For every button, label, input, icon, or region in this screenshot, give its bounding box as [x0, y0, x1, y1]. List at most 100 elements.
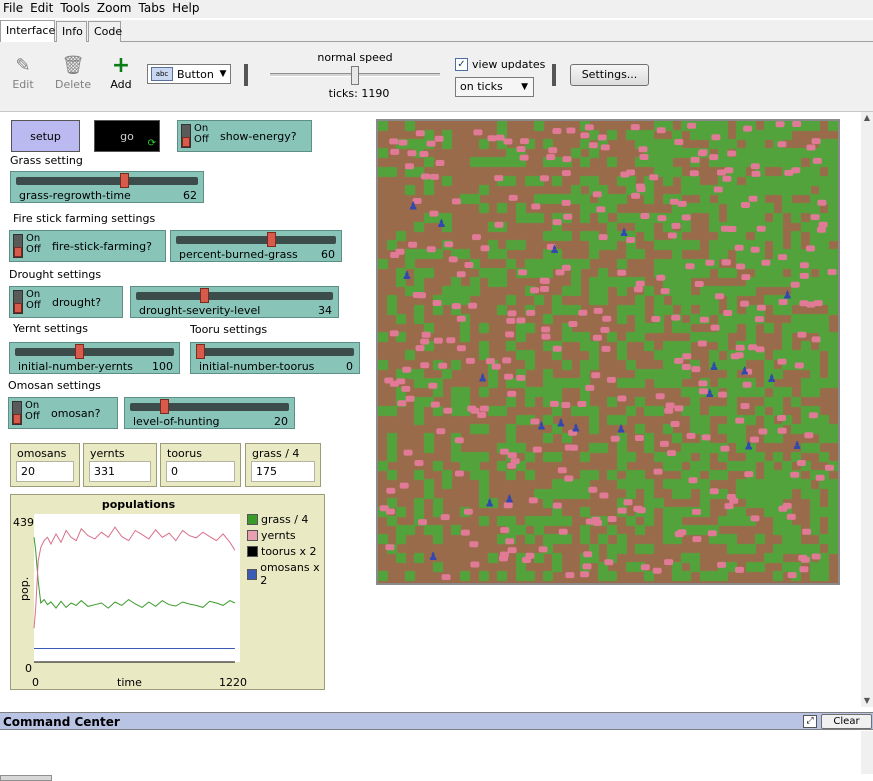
yernts-monitor: yernts 331 — [83, 443, 157, 487]
populations-plot: populations 439 0 pop. 0 1220 time grass… — [10, 494, 325, 690]
slider-track[interactable] — [176, 236, 336, 244]
yernt-agent — [415, 345, 425, 352]
slider-thumb[interactable] — [196, 344, 205, 359]
slider-track[interactable] — [130, 403, 289, 411]
switch-track[interactable] — [12, 401, 22, 425]
yernt-agent — [555, 269, 565, 276]
tab-info[interactable]: Info — [56, 21, 87, 42]
slider-thumb[interactable] — [266, 232, 276, 247]
slider-thumb[interactable] — [160, 399, 169, 414]
tab-code[interactable]: Code — [88, 21, 122, 42]
yernt-agent — [522, 557, 531, 563]
initial-toorus-slider[interactable]: initial-number-toorus 0 — [190, 342, 360, 374]
scroll-down-icon[interactable]: ▼ — [861, 695, 873, 707]
tab-interface[interactable]: Interface — [0, 20, 55, 42]
yernt-agent — [623, 499, 633, 506]
view-updates-checkbox[interactable]: ✓ view updates — [455, 58, 545, 71]
yernt-agent — [677, 200, 687, 207]
yernt-agent — [751, 170, 761, 177]
widget-type-select[interactable]: abc Button ▼ — [147, 64, 231, 84]
omosan-agent: ♟ — [537, 420, 547, 433]
command-output-scrollbar[interactable] — [861, 731, 873, 774]
yernt-agent — [516, 317, 526, 324]
show-energy-switch[interactable]: On Off show-energy? — [177, 120, 312, 152]
toolbar-separator — [552, 64, 556, 86]
yernt-agent — [507, 390, 517, 397]
omosan-agent: ♟ — [740, 364, 750, 377]
slider-track[interactable] — [196, 348, 354, 356]
omosan-agent: ♟ — [767, 372, 777, 385]
yernt-agent — [564, 475, 574, 482]
edit-tool-button[interactable]: ✎ Edit — [10, 54, 36, 91]
checkmark-icon[interactable]: ✓ — [455, 58, 468, 71]
slider-value: 20 — [274, 415, 288, 428]
world-view[interactable]: ♟ ♟ ♟ ♟ ♟ ♟ ♟ ♟ ♟ ♟ ♟ ♟ ♟ ♟ ♟ ♟ ♟ ♟ ♟ ♟ — [376, 119, 840, 585]
omosan-agent: ♟ — [437, 217, 447, 230]
delete-tool-button[interactable]: 🗑 Delete — [55, 54, 91, 91]
menu-help[interactable]: Help — [169, 0, 203, 18]
yernt-agent — [634, 435, 644, 441]
menu-zoom[interactable]: Zoom — [94, 0, 136, 18]
netlogo-window: File Edit Tools Zoom Tabs Help Interface… — [0, 0, 873, 781]
slider-thumb[interactable] — [119, 173, 129, 188]
switch-knob[interactable] — [13, 414, 21, 424]
switch-knob[interactable] — [14, 247, 22, 257]
slider-thumb[interactable] — [199, 288, 209, 303]
drought-severity-slider[interactable]: drought-severity-level 34 — [130, 286, 339, 318]
switch-track[interactable] — [181, 124, 191, 148]
yernt-agent — [470, 561, 480, 568]
yernt-agent — [720, 225, 730, 232]
add-tool-button[interactable]: + Add — [109, 54, 133, 92]
command-input-selector[interactable] — [0, 775, 52, 781]
slider-track[interactable] — [15, 348, 174, 356]
initial-yernts-slider[interactable]: initial-number-yernts 100 — [9, 342, 180, 374]
omosan-switch[interactable]: On Off omosan? — [8, 397, 118, 429]
switch-knob[interactable] — [182, 137, 190, 147]
legend-label: toorus x 2 — [261, 545, 317, 558]
yernt-agent — [538, 546, 548, 553]
yernt-agent — [811, 138, 821, 145]
command-output[interactable] — [0, 731, 861, 774]
slider-track[interactable] — [136, 292, 333, 300]
scroll-up-icon[interactable]: ▲ — [861, 112, 873, 124]
percent-burned-slider[interactable]: percent-burned-grass 60 — [170, 230, 342, 262]
setup-button[interactable]: setup — [11, 120, 80, 152]
go-button[interactable]: go ⟳ — [94, 120, 160, 152]
yernt-agent — [690, 156, 700, 163]
clear-button[interactable]: Clear — [821, 714, 872, 729]
menu-file[interactable]: File — [0, 0, 27, 18]
yernt-agent — [577, 401, 587, 407]
yernt-agent — [748, 344, 758, 351]
switch-track[interactable] — [13, 234, 23, 258]
expand-icon[interactable]: ⤢ — [803, 715, 817, 728]
yernt-agent — [593, 307, 603, 314]
grass-regrowth-slider[interactable]: grass-regrowth-time 62 — [10, 171, 204, 203]
switch-track[interactable] — [13, 290, 23, 314]
delete-tool-label: Delete — [55, 78, 92, 91]
level-of-hunting-slider[interactable]: level-of-hunting 20 — [124, 397, 295, 429]
interface-scrollbar[interactable]: ▲ ▼ — [861, 112, 873, 707]
switch-knob[interactable] — [14, 303, 22, 313]
yernt-agent — [428, 382, 438, 389]
section-omosan-label: Omosan settings — [8, 379, 101, 392]
yernt-agent — [397, 400, 407, 407]
menu-edit[interactable]: Edit — [27, 0, 57, 18]
slider-thumb[interactable] — [75, 344, 84, 359]
menu-tools[interactable]: Tools — [57, 0, 94, 18]
yernt-agent — [540, 286, 549, 292]
fire-stick-farming-switch[interactable]: On Off fire-stick-farming? — [9, 230, 166, 262]
slider-track[interactable] — [16, 177, 198, 185]
yernt-agent — [651, 316, 661, 322]
yernt-agent — [681, 214, 691, 221]
update-mode-select[interactable]: on ticks ▼ — [455, 77, 534, 97]
drought-switch[interactable]: On Off drought? — [9, 286, 123, 318]
speed-slider-thumb[interactable] — [351, 66, 359, 85]
yernt-agent — [582, 563, 592, 570]
settings-button[interactable]: Settings... — [570, 64, 649, 86]
yernt-agent — [518, 269, 528, 276]
menu-tabs[interactable]: Tabs — [136, 0, 170, 18]
yernt-agent — [750, 163, 760, 170]
yernt-agent — [754, 316, 764, 323]
monitor-name: toorus — [167, 447, 202, 460]
yernt-agent — [744, 471, 754, 478]
